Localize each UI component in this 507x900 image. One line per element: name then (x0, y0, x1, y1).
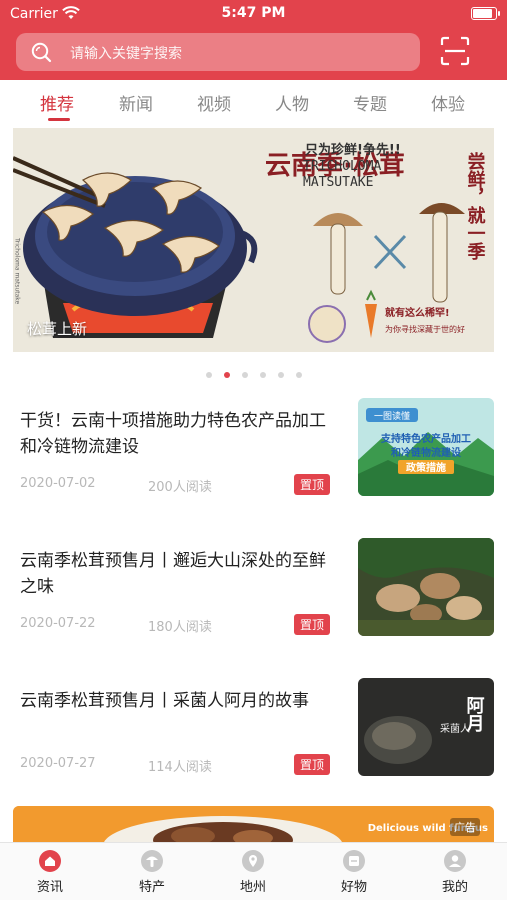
home-icon (39, 850, 61, 872)
nav-goods[interactable]: 好物 (314, 849, 394, 895)
nav-specialty[interactable]: 特产 (112, 849, 192, 895)
carousel-dot (241, 371, 248, 378)
article-thumbnail[interactable] (358, 538, 494, 636)
article-reads: 180人阅读 (148, 620, 212, 635)
search-bar[interactable]: 请输入关键字搜索 (16, 33, 420, 71)
carousel-indicator (0, 364, 507, 383)
article-title[interactable]: 云南季松茸预售月丨采菌人阿月的故事 (20, 688, 342, 714)
thumb-line-2: 和冷链物流建设 (390, 446, 461, 459)
nav-label: 好物 (340, 880, 367, 895)
search-icon (31, 42, 52, 63)
tab-indicator (48, 118, 70, 121)
thumb-big-text: 阿月 (464, 696, 486, 733)
article-title[interactable]: 云南季松茸预售月丨邂逅大山深处的至鲜之味 (20, 548, 342, 600)
banner-caption: 松茸上新 (27, 320, 88, 338)
article-reads: 114人阅读 (148, 760, 212, 775)
tab-topics[interactable]: 专题 (353, 90, 387, 115)
article-item[interactable]: 干货！云南十项措施助力特色农产品加工和冷链物流建设 2020-07-02 200… (0, 398, 507, 518)
ad-banner[interactable]: Delicious wild fungus 广告 (13, 806, 494, 842)
nav-label: 我的 (441, 880, 468, 895)
status-bar: Carrier 5:47 PM (0, 0, 507, 28)
nav-label: 特产 (138, 880, 165, 895)
article-title[interactable]: 干货！云南十项措施助力特色农产品加工和冷链物流建设 (20, 408, 342, 460)
banner-text-fresh: 只为珍鲜!争先!! (305, 142, 401, 158)
pinned-badge: 置顶 (294, 614, 331, 635)
banner-text-latin-1: TRICHOLOMA (303, 159, 381, 174)
banner-text-side: 尝鲜，就一季 (465, 151, 486, 261)
specialty-icon (141, 850, 163, 872)
nav-region[interactable]: 地州 (213, 849, 293, 895)
tab-news[interactable]: 新闻 (119, 90, 153, 115)
thumb-tag: 一图读懂 (374, 410, 410, 422)
carousel-dot-active (223, 371, 230, 378)
tab-people[interactable]: 人物 (275, 90, 309, 115)
nav-profile[interactable]: 我的 (415, 849, 495, 895)
article-date: 2020-07-27 (20, 756, 96, 771)
pinned-badge: 置顶 (294, 474, 331, 495)
location-icon (242, 850, 264, 872)
goods-icon (343, 850, 365, 872)
ad-label: 广告 (450, 818, 480, 836)
banner-text-latin-2: MATSUTAKE (303, 175, 373, 190)
tab-video[interactable]: 视频 (197, 90, 231, 115)
pinned-badge: 置顶 (294, 754, 331, 775)
carousel-dot (259, 371, 266, 378)
carousel-dot (295, 371, 302, 378)
thumb-line-1: 支持特色农产品加工 (380, 432, 471, 445)
carousel-dot (277, 371, 284, 378)
article-date: 2020-07-22 (20, 616, 96, 631)
thumb-line-3: 政策措施 (406, 461, 446, 474)
article-thumbnail[interactable]: 一图读懂 支持特色农产品加工 和冷链物流建设 政策措施 (358, 398, 494, 496)
banner-text-bottom: 为你寻找深藏于世的好 (385, 324, 465, 334)
bottom-navigation: 资讯 特产 地州 好物 我的 (0, 842, 507, 900)
article-reads: 200人阅读 (148, 480, 212, 495)
banner-text-pan-side: Tricholoma matsutake (14, 237, 21, 305)
article-item[interactable]: 云南季松茸预售月丨邂逅大山深处的至鲜之味 2020-07-22 180人阅读 置… (0, 538, 507, 658)
category-tabs: 推荐 新闻 视频 人物 专题 体验 (0, 80, 507, 124)
top-header: Carrier 5:47 PM 请输入关键字搜索 (0, 0, 507, 80)
carousel-dot (205, 371, 212, 378)
battery-icon (471, 7, 500, 20)
tab-experience[interactable]: 体验 (431, 90, 465, 115)
article-date: 2020-07-02 (20, 476, 96, 491)
status-time: 5:47 PM (221, 5, 286, 21)
banner-carousel[interactable]: . 云南季·松茸 只为珍鲜!争先!! TRICHOLOMA MATSUTAKE … (13, 128, 494, 352)
article-thumbnail[interactable]: 采菌人 阿月 (358, 678, 494, 776)
tab-recommend[interactable]: 推荐 (40, 90, 74, 115)
nav-news[interactable]: 资讯 (10, 849, 90, 895)
nav-label: 地州 (239, 880, 266, 895)
banner-text-rare: 就有这么稀罕! (385, 306, 450, 319)
profile-icon (444, 850, 466, 872)
scan-icon[interactable] (440, 36, 470, 66)
nav-label: 资讯 (36, 880, 63, 895)
article-item[interactable]: 云南季松茸预售月丨采菌人阿月的故事 2020-07-27 114人阅读 置顶 采… (0, 678, 507, 798)
search-placeholder[interactable]: 请输入关键字搜索 (70, 43, 182, 63)
